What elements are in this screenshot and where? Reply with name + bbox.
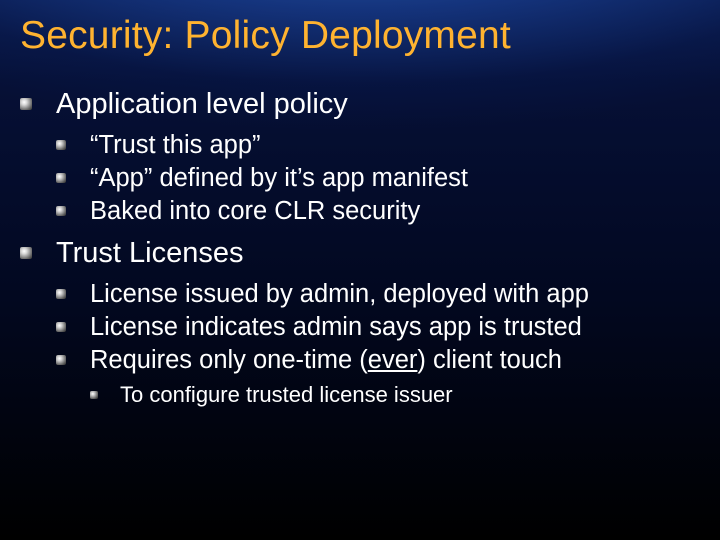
slide: Security: Policy Deployment Application … <box>0 0 720 540</box>
bullet-l2-text: “App” defined by it’s app manifest <box>90 164 468 192</box>
bullet-l1-text: Application level policy <box>56 88 348 120</box>
bullet-l2-item: “Trust this app” <box>56 129 700 162</box>
bullet-l2-text: Baked into core CLR security <box>90 197 420 225</box>
bullet-l2-text: License issued by admin, deployed with a… <box>90 280 589 308</box>
bullet-l3-text: To configure trusted license issuer <box>120 382 453 407</box>
bullet-l1-trust-licenses: Trust Licenses License issued by admin, … <box>20 235 700 410</box>
bullet-l2-item: License indicates admin says app is trus… <box>56 311 700 344</box>
slide-title: Security: Policy Deployment <box>20 14 700 58</box>
bullet-l2-text: License indicates admin says app is trus… <box>90 313 582 341</box>
bullet-l1-text: Trust Licenses <box>56 237 244 269</box>
bullet-l2-text-underlined: ever <box>368 346 418 374</box>
bullet-l2-text-pre: Requires only one-time ( <box>90 346 368 374</box>
bullet-l2-text: “Trust this app” <box>90 131 261 159</box>
bullet-list-level2: “Trust this app” “App” defined by it’s a… <box>56 129 700 228</box>
bullet-l2-item: Baked into core CLR security <box>56 195 700 228</box>
bullet-list-level1: Application level policy “Trust this app… <box>20 86 700 410</box>
bullet-l1-application-policy: Application level policy “Trust this app… <box>20 86 700 229</box>
bullet-l2-item: Requires only one-time (ever) client tou… <box>56 344 700 410</box>
bullet-l3-item: To configure trusted license issuer <box>90 381 700 410</box>
bullet-list-level2: License issued by admin, deployed with a… <box>56 278 700 410</box>
bullet-list-level3: To configure trusted license issuer <box>90 381 700 410</box>
bullet-l2-item: License issued by admin, deployed with a… <box>56 278 700 311</box>
bullet-l2-text-post: ) client touch <box>417 346 562 374</box>
bullet-l2-item: “App” defined by it’s app manifest <box>56 162 700 195</box>
